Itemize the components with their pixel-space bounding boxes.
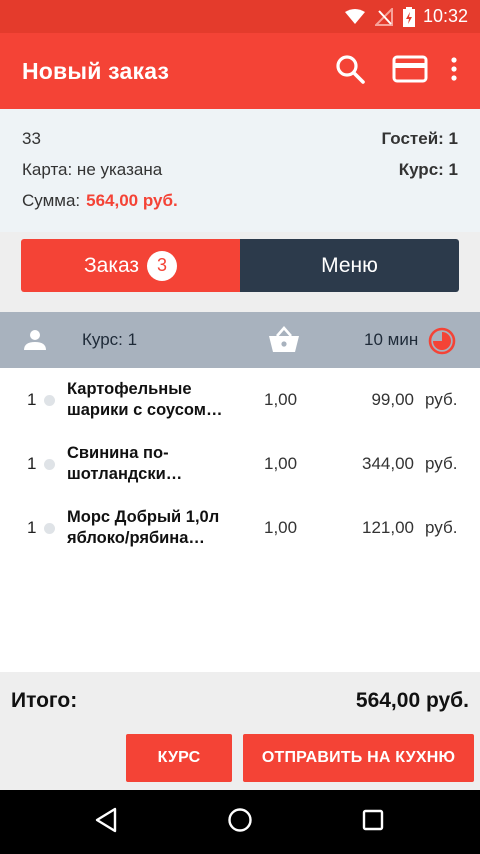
status-bar: 10:32 xyxy=(0,0,480,33)
list-item[interactable]: 1 Морс Добрый 1,0л яблоко/рябина… 1,00 12… xyxy=(0,496,480,560)
item-price: 121,00 xyxy=(362,518,414,537)
status-dot xyxy=(44,459,55,470)
order-footer: Итого: 564,00 руб. КУРС ОТПРАВИТЬ НА КУХ… xyxy=(0,672,480,790)
system-nav-bar xyxy=(0,790,480,854)
total-value: 564,00 руб. xyxy=(355,689,469,712)
search-icon xyxy=(334,53,366,90)
basket-icon xyxy=(268,326,300,359)
tab-menu-label: Меню xyxy=(321,253,378,277)
card-button[interactable] xyxy=(386,47,434,95)
back-icon xyxy=(94,807,118,838)
recents-icon xyxy=(362,809,384,836)
item-qty: 1 xyxy=(27,390,37,409)
recents-button[interactable] xyxy=(357,806,389,838)
no-signal-icon xyxy=(374,7,393,26)
user-icon xyxy=(23,328,47,357)
course-header[interactable]: Курс: 1 10 мин xyxy=(0,312,480,368)
tab-order-label: Заказ xyxy=(83,253,140,277)
tab-order[interactable]: Заказ 3 xyxy=(21,239,240,292)
total-label: Итого: xyxy=(11,689,78,712)
list-item[interactable]: 1 Картофельные шарики с соусом… 1,00 99,0… xyxy=(0,368,480,432)
course-number: Курс: 1 xyxy=(398,159,458,179)
item-amount: 1,00 xyxy=(264,454,298,473)
more-vert-icon xyxy=(450,56,458,86)
order-items-list: 1 Картофельные шарики с соусом… 1,00 99,0… xyxy=(0,368,480,560)
course-time: 10 мин xyxy=(364,330,419,349)
tab-menu[interactable]: Меню xyxy=(240,239,459,292)
item-name: Картофельные шарики с соусом… xyxy=(67,380,223,419)
item-qty: 1 xyxy=(27,454,37,473)
page-title: Новый заказ xyxy=(22,57,170,84)
list-item[interactable]: 1 Свинина по-шотландски… 1,00 344,00 руб… xyxy=(0,432,480,496)
item-currency: руб. xyxy=(425,390,458,409)
send-to-kitchen-button[interactable]: ОТПРАВИТЬ НА КУХНЮ xyxy=(243,734,474,782)
item-name: Морс Добрый 1,0л яблоко/рябина… xyxy=(67,508,220,547)
timer-icon xyxy=(428,327,456,360)
status-dot xyxy=(44,395,55,406)
battery-icon xyxy=(402,6,415,27)
status-dot xyxy=(44,523,55,534)
card-status: Карта: не указана xyxy=(22,159,163,179)
home-icon xyxy=(227,807,253,838)
status-time: 10:32 xyxy=(422,6,468,26)
home-button[interactable] xyxy=(224,806,256,838)
item-amount: 1,00 xyxy=(264,518,298,537)
item-price: 99,00 xyxy=(371,390,414,409)
search-button[interactable] xyxy=(326,47,374,95)
sum-value: 564,00 руб. xyxy=(86,190,178,210)
course-button[interactable]: КУРС xyxy=(126,734,232,782)
order-sum: Сумма: 564,00 руб. xyxy=(22,191,178,211)
wifi-icon xyxy=(344,8,365,25)
app-bar: Новый заказ xyxy=(0,33,480,109)
item-name: Свинина по-шотландски… xyxy=(67,444,183,483)
order-count-badge: 3 xyxy=(147,250,178,281)
item-amount: 1,00 xyxy=(264,390,298,409)
more-button[interactable] xyxy=(442,47,466,95)
table-number: 33 xyxy=(22,128,41,148)
card-icon xyxy=(392,55,428,88)
guests-count: Гостей: 1 xyxy=(381,128,458,148)
sum-label: Сумма: xyxy=(22,190,81,210)
tabs-area: Заказ 3 Меню xyxy=(0,232,480,312)
item-currency: руб. xyxy=(425,454,458,473)
order-info-panel: 33 Гостей: 1 Карта: не указана Курс: 1 С… xyxy=(0,109,480,232)
item-price: 344,00 xyxy=(362,454,414,473)
item-qty: 1 xyxy=(27,518,37,537)
back-button[interactable] xyxy=(90,806,122,838)
course-label: Курс: 1 xyxy=(82,330,138,349)
item-currency: руб. xyxy=(425,518,458,537)
